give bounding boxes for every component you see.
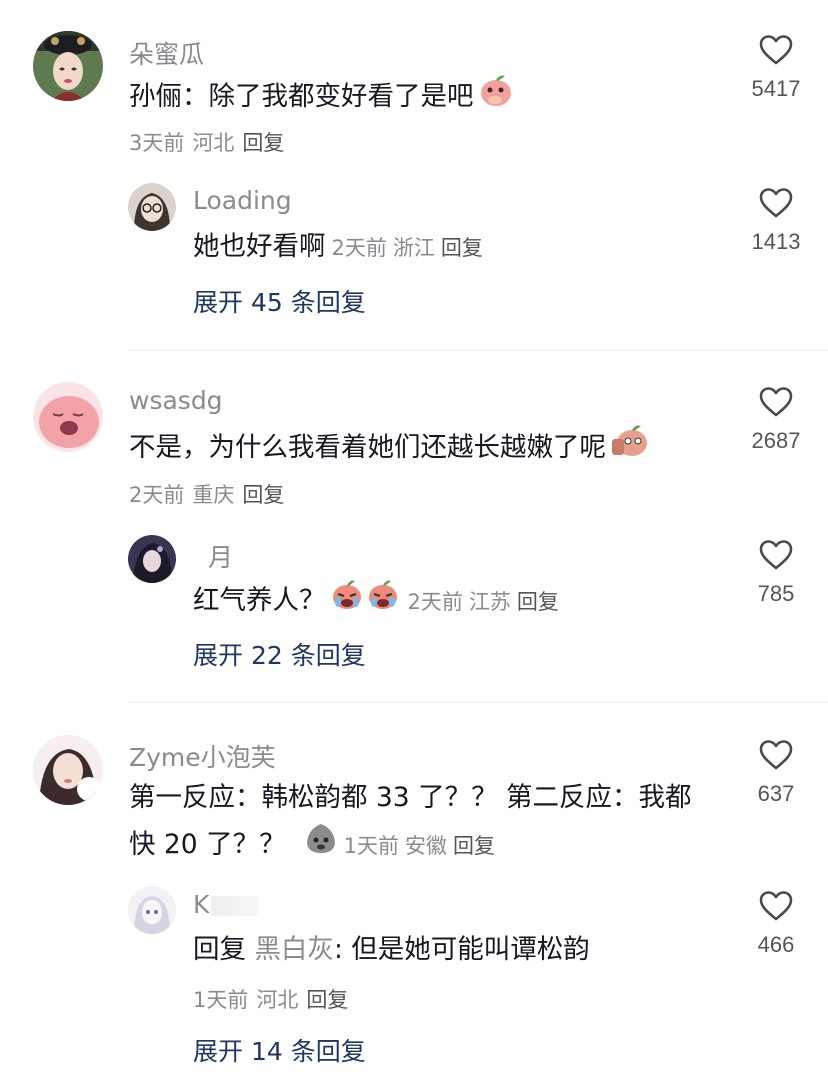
avatar[interactable] [128, 535, 176, 583]
reply-button[interactable]: 回复 [306, 988, 348, 1012]
expand-replies-button[interactable]: 展开 22 条回复 [193, 636, 366, 672]
like-button[interactable]: 637 [741, 739, 811, 807]
avatar[interactable] [33, 382, 103, 452]
location: 河北 [192, 131, 235, 155]
expand-replies-button[interactable]: 展开 45 条回复 [193, 283, 366, 319]
comment-text-content: 快 20 了？？ [129, 829, 286, 860]
comment-text: 不是，为什么我看着她们还越长越嫩了呢 [129, 423, 650, 474]
comment-text: 红气养人？ 2天前 江苏 回复 [193, 576, 565, 627]
reply-button[interactable]: 回复 [441, 236, 483, 260]
username[interactable]: K [193, 890, 260, 919]
reply-prefix: 回复 [193, 934, 246, 965]
expand-replies-button[interactable]: 展开 14 条回复 [193, 1032, 366, 1068]
comment-meta: 1天前 河北 回复 [193, 984, 356, 1014]
gray-blob-emoji [304, 821, 338, 870]
heart-outline-icon [759, 540, 793, 570]
comment-meta: 2天前 江苏 回复 [408, 590, 565, 614]
username[interactable]: 月 [208, 538, 233, 574]
reply-button[interactable]: 回复 [517, 590, 559, 614]
timestamp: 2天前 [407, 590, 463, 614]
comment-text-content: : 但是她可能叫谭松韵 [333, 934, 590, 965]
comment-text-content: 她也好看啊 [193, 231, 326, 262]
face-with-hand-over-mouth-peach-emoji [478, 72, 514, 123]
like-button[interactable]: 785 [741, 539, 811, 607]
like-count: 466 [757, 932, 795, 957]
comment-text: 她也好看啊 2天前 浙江 回复 [193, 224, 489, 271]
timestamp: 2天前 [129, 483, 185, 507]
location: 河北 [256, 988, 299, 1012]
crying-peach-emoji [330, 576, 402, 627]
username[interactable]: wsasdg [129, 386, 223, 415]
comment-text-line-1: 第一反应：韩松韵都 33 了？？ 第二反应：我都 [129, 782, 692, 813]
heart-outline-icon [759, 387, 793, 417]
location: 江苏 [468, 590, 511, 614]
reply-button[interactable]: 回复 [242, 131, 284, 155]
comment-meta: 2天前 浙江 回复 [332, 236, 489, 260]
heart-outline-icon [759, 740, 793, 770]
comment-text: 回复 黑白灰: 但是她可能叫谭松韵 [193, 927, 590, 973]
timestamp: 2天前 [331, 236, 387, 260]
location: 浙江 [392, 236, 435, 260]
divider [128, 350, 828, 351]
username[interactable]: Zyme小泡芙 [129, 738, 276, 774]
comment-text: 孙俪：除了我都变好看了是吧 [129, 72, 514, 123]
like-button[interactable]: 2687 [741, 386, 811, 454]
reply-to-username[interactable]: 黑白灰 [254, 934, 334, 965]
username[interactable]: 朵蜜瓜 [129, 35, 204, 71]
comment-text-line-2: 快 20 了？？ 1天前 安徽 回复 [129, 821, 729, 870]
heart-outline-icon [759, 188, 793, 218]
comment-text-content: 红气养人？ [193, 585, 326, 616]
avatar[interactable] [33, 735, 103, 805]
like-button[interactable]: 466 [741, 890, 811, 958]
avatar[interactable] [128, 183, 176, 231]
comment-text-content: 不是，为什么我看着她们还越长越嫩了呢 [129, 432, 606, 463]
location: 重庆 [192, 483, 235, 507]
like-button[interactable]: 5417 [741, 34, 811, 102]
like-count: 637 [757, 781, 795, 806]
avatar[interactable] [33, 31, 103, 101]
like-count: 2687 [751, 428, 801, 453]
like-count: 785 [757, 581, 795, 606]
comment-text: 第一反应：韩松韵都 33 了？？ 第二反应：我都 快 20 了？？ 1天前 安徽回… [129, 775, 729, 870]
comment-meta: 1天前 安徽 回复 [344, 834, 501, 858]
timestamp: 1天前 [343, 834, 399, 858]
timestamp: 1天前 [193, 988, 249, 1012]
username-redaction [211, 896, 260, 916]
reply-button[interactable]: 回复 [453, 834, 495, 858]
thinking-peach-emoji [610, 423, 650, 474]
comment-text-content: 孙俪：除了我都变好看了是吧 [129, 81, 474, 112]
location: 安徽 [404, 834, 447, 858]
username[interactable]: Loading [193, 186, 292, 215]
reply-button[interactable]: 回复 [242, 483, 284, 507]
heart-outline-icon [759, 35, 793, 65]
like-button[interactable]: 1413 [741, 187, 811, 255]
heart-outline-icon [759, 891, 793, 921]
username-text: K [193, 890, 210, 919]
timestamp: 3天前 [129, 131, 185, 155]
comment-meta: 3天前 河北 回复 [129, 127, 292, 157]
avatar[interactable] [128, 886, 176, 934]
like-count: 5417 [751, 76, 801, 101]
like-count: 1413 [751, 229, 801, 254]
comment-meta: 2天前 重庆 回复 [129, 479, 292, 509]
divider [128, 702, 828, 703]
